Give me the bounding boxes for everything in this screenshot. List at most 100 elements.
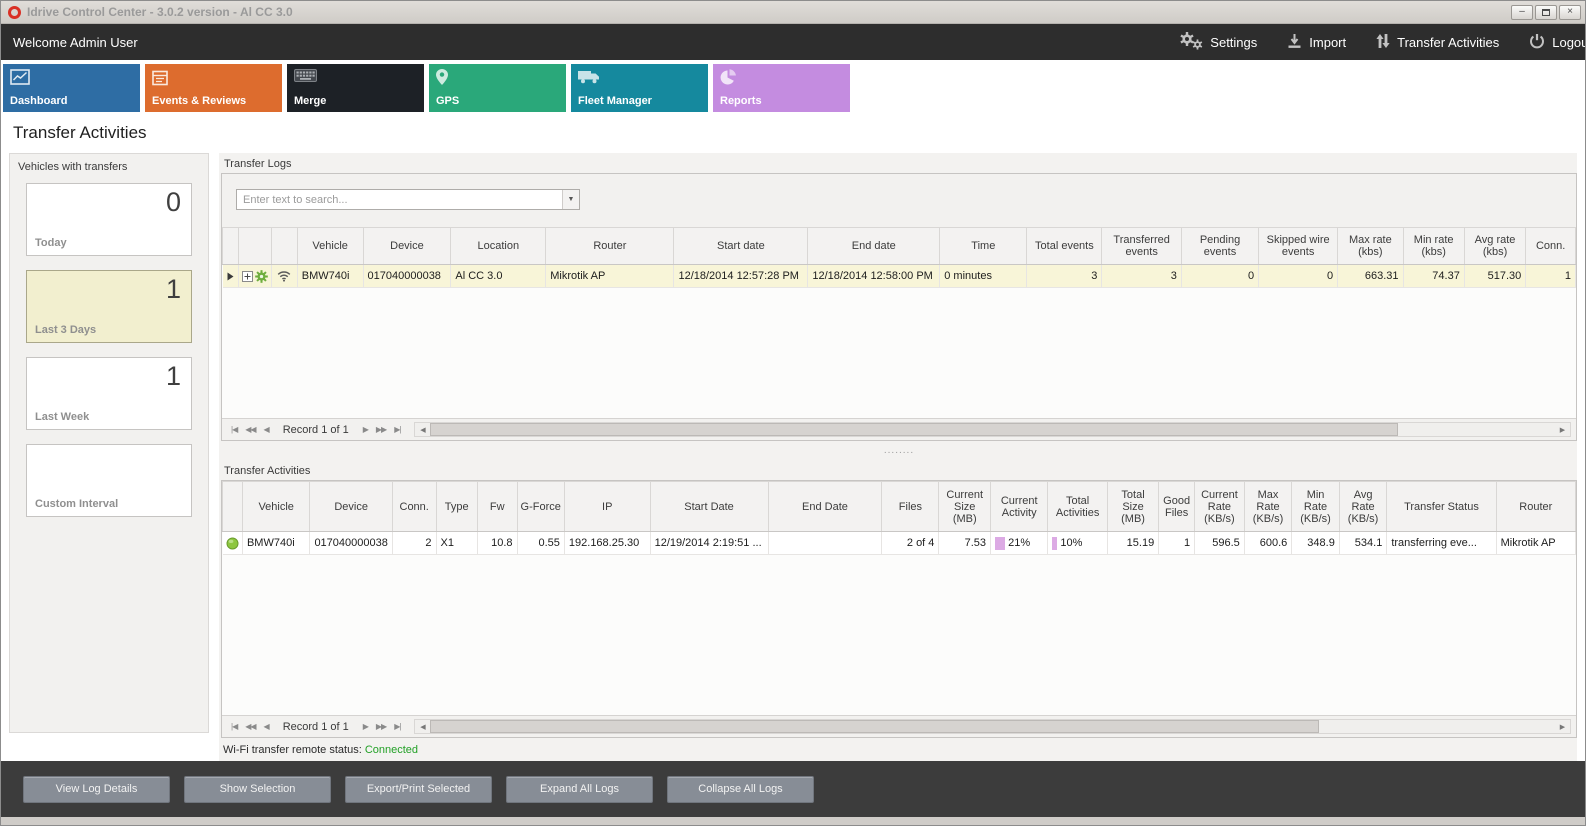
- filter-card-today[interactable]: 0 Today: [26, 183, 192, 256]
- column-header[interactable]: Avg Rate (KB/s): [1339, 482, 1387, 532]
- tile-label: Events & Reviews: [152, 95, 246, 107]
- scrollbar-track[interactable]: [430, 720, 1555, 733]
- column-header[interactable]: G-Force: [517, 482, 564, 532]
- column-header[interactable]: Min rate (kbs): [1403, 228, 1464, 265]
- column-header[interactable]: Start date: [674, 228, 808, 265]
- next-page-button[interactable]: ▶: [359, 722, 372, 731]
- column-header[interactable]: End Date: [768, 482, 882, 532]
- transfer-logs-pager: |◀ ◀◀ ◀ Record 1 of 1 ▶ ▶▶ ▶| ◀ ▶: [222, 418, 1576, 440]
- prev-page-button[interactable]: ◀: [260, 425, 273, 434]
- fast-next-button[interactable]: ▶▶: [372, 722, 390, 731]
- tab-gps[interactable]: GPS: [429, 64, 566, 112]
- tab-events-reviews[interactable]: Events & Reviews: [145, 64, 282, 112]
- column-header[interactable]: Current Rate (KB/s): [1195, 482, 1245, 532]
- maximize-icon[interactable]: [1535, 5, 1557, 20]
- chevron-down-icon[interactable]: ▼: [562, 190, 579, 209]
- last-page-button[interactable]: ▶|: [390, 722, 404, 731]
- table-row[interactable]: BMW740i0170400000382X110.80.55192.168.25…: [223, 532, 1576, 555]
- row-expander-icon[interactable]: [227, 272, 234, 281]
- column-header[interactable]: Conn.: [392, 482, 436, 532]
- scrollbar-thumb[interactable]: [430, 423, 1397, 436]
- column-header[interactable]: [223, 228, 239, 265]
- scroll-right-icon[interactable]: ▶: [1555, 423, 1570, 436]
- column-header[interactable]: Total Activities: [1048, 482, 1108, 532]
- prev-page-button[interactable]: ◀: [260, 722, 273, 731]
- reports-icon: [720, 69, 737, 91]
- expand-all-logs-button[interactable]: Expand All Logs: [506, 776, 653, 803]
- close-icon[interactable]: ×: [1559, 5, 1581, 20]
- search-combo[interactable]: ▼: [236, 189, 580, 210]
- filter-card-custom-interval[interactable]: Custom Interval: [26, 444, 192, 517]
- column-header[interactable]: Transferred events: [1102, 228, 1182, 265]
- next-page-button[interactable]: ▶: [359, 425, 372, 434]
- column-header[interactable]: Router: [546, 228, 674, 265]
- show-selection-button[interactable]: Show Selection: [184, 776, 331, 803]
- column-header[interactable]: [271, 228, 297, 265]
- column-header[interactable]: Transfer Status: [1387, 482, 1496, 532]
- expand-plus-icon[interactable]: [242, 271, 253, 282]
- transfer-activities-button[interactable]: Transfer Activities: [1376, 33, 1499, 52]
- column-header[interactable]: Max Rate (KB/s): [1244, 482, 1292, 532]
- first-page-button[interactable]: |◀: [227, 722, 241, 731]
- column-header[interactable]: Device: [310, 482, 392, 532]
- column-header[interactable]: Vehicle: [297, 228, 363, 265]
- column-header[interactable]: Type: [436, 482, 477, 532]
- column-header[interactable]: Vehicle: [242, 482, 309, 532]
- column-header[interactable]: End date: [808, 228, 940, 265]
- export-print-selected-button[interactable]: Export/Print Selected: [345, 776, 492, 803]
- import-button[interactable]: Import: [1287, 33, 1346, 52]
- collapse-all-logs-button[interactable]: Collapse All Logs: [667, 776, 814, 803]
- column-header[interactable]: Current Size (MB): [939, 482, 991, 532]
- first-page-button[interactable]: |◀: [227, 425, 241, 434]
- scroll-left-icon[interactable]: ◀: [415, 720, 430, 733]
- tab-fleet-manager[interactable]: Fleet Manager: [571, 64, 708, 112]
- column-header[interactable]: Current Activity: [991, 482, 1048, 532]
- settings-button[interactable]: Settings: [1179, 31, 1257, 53]
- cell: 12/18/2014 12:58:00 PM: [808, 265, 940, 288]
- column-header[interactable]: Start Date: [650, 482, 768, 532]
- scroll-right-icon[interactable]: ▶: [1555, 720, 1570, 733]
- tab-merge[interactable]: Merge: [287, 64, 424, 112]
- column-header[interactable]: Avg rate (kbs): [1464, 228, 1525, 265]
- column-header[interactable]: Min Rate (KB/s): [1292, 482, 1340, 532]
- horizontal-scrollbar[interactable]: ◀ ▶: [414, 422, 1571, 437]
- filter-card-last-week[interactable]: 1 Last Week: [26, 357, 192, 430]
- cell: 663.31: [1338, 265, 1403, 288]
- column-header[interactable]: Good Files: [1159, 482, 1195, 532]
- column-header[interactable]: Files: [882, 482, 939, 532]
- table-row[interactable]: BMW740i017040000038Al CC 3.0Mikrotik AP1…: [223, 265, 1576, 288]
- horizontal-scrollbar[interactable]: ◀ ▶: [414, 719, 1571, 734]
- column-header[interactable]: Router: [1496, 482, 1575, 532]
- column-header[interactable]: Total Size (MB): [1107, 482, 1158, 532]
- column-header[interactable]: [238, 228, 271, 265]
- view-log-details-button[interactable]: View Log Details: [23, 776, 170, 803]
- minimize-icon[interactable]: –: [1511, 5, 1533, 20]
- column-header[interactable]: Pending events: [1181, 228, 1258, 265]
- filter-card-last-3-days[interactable]: 1 Last 3 Days: [26, 270, 192, 343]
- search-input[interactable]: [237, 190, 562, 209]
- column-header[interactable]: [223, 482, 243, 532]
- cell: 12/19/2014 2:19:51 ...: [650, 532, 768, 555]
- logout-button[interactable]: Logout: [1529, 33, 1585, 52]
- tab-reports[interactable]: Reports: [713, 64, 850, 112]
- column-header[interactable]: Conn.: [1526, 228, 1576, 265]
- column-header[interactable]: Location: [451, 228, 546, 265]
- splitter-handle[interactable]: ........: [884, 448, 914, 454]
- column-header[interactable]: Device: [363, 228, 451, 265]
- scrollbar-thumb[interactable]: [430, 720, 1318, 733]
- column-header[interactable]: Fw: [477, 482, 517, 532]
- column-header[interactable]: IP: [564, 482, 650, 532]
- column-header[interactable]: Total events: [1027, 228, 1102, 265]
- last-page-button[interactable]: ▶|: [390, 425, 404, 434]
- fleet-icon: [578, 69, 600, 89]
- fast-prev-button[interactable]: ◀◀: [241, 722, 259, 731]
- fast-next-button[interactable]: ▶▶: [372, 425, 390, 434]
- fast-prev-button[interactable]: ◀◀: [241, 425, 259, 434]
- cell: 74.37: [1403, 265, 1464, 288]
- column-header[interactable]: Max rate (kbs): [1338, 228, 1403, 265]
- column-header[interactable]: Skipped wire events: [1259, 228, 1338, 265]
- scroll-left-icon[interactable]: ◀: [415, 423, 430, 436]
- scrollbar-track[interactable]: [430, 423, 1555, 436]
- tab-dashboard[interactable]: Dashboard: [3, 64, 140, 112]
- column-header[interactable]: Time: [940, 228, 1027, 265]
